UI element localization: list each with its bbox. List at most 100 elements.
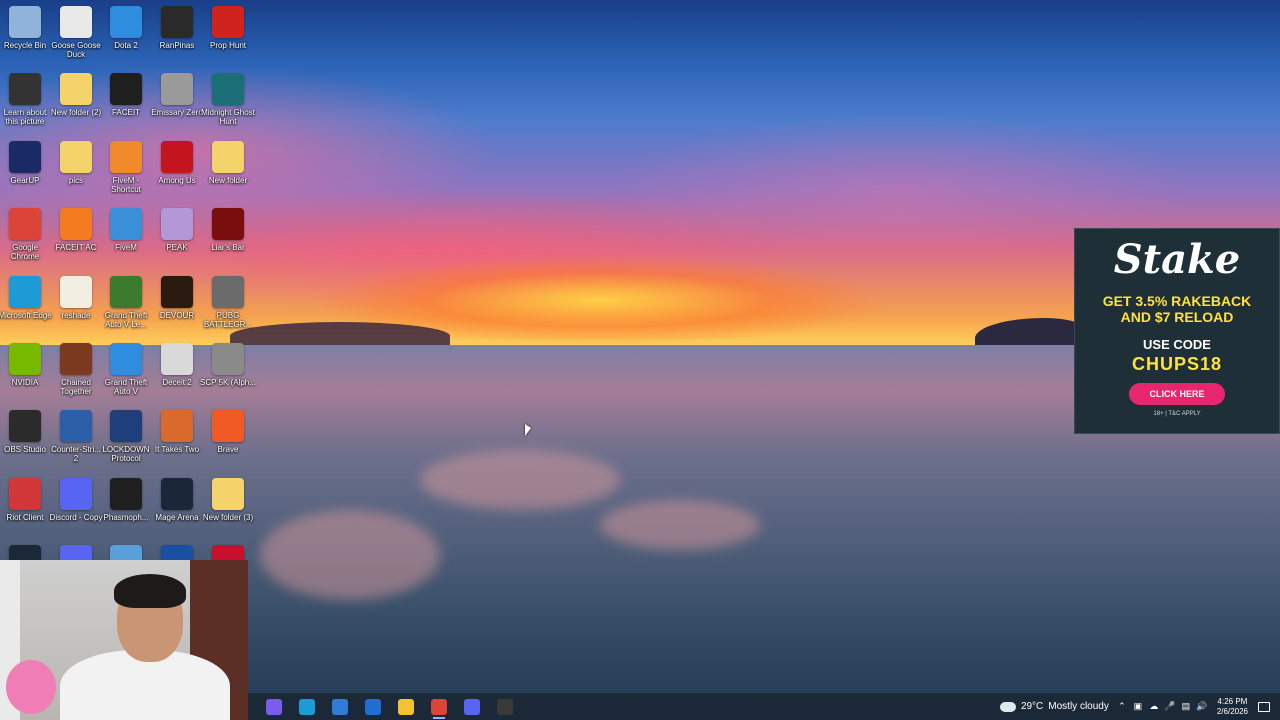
taskbar-clock[interactable]: 4:26 PM 2/6/2026 xyxy=(1217,697,1248,717)
desktop-icon[interactable]: RanPinas xyxy=(152,6,202,50)
taskbar-app-button[interactable] xyxy=(427,695,451,719)
desktop-icon[interactable]: Counter-Stri... 2 xyxy=(51,410,101,463)
desktop-icon-label: Google Chrome xyxy=(10,243,40,261)
cs2-icon xyxy=(60,410,92,442)
prop-hunt-icon xyxy=(212,6,244,38)
cloud-icon xyxy=(999,696,1016,712)
cloud-sync-icon[interactable]: ☁ xyxy=(1149,701,1159,712)
desktop-icon[interactable]: It Takes Two xyxy=(152,410,202,454)
desktop-icon[interactable]: Goose Goose Duck xyxy=(51,6,101,59)
desktop-icon[interactable]: FiveM xyxy=(101,208,151,252)
desktop-icon[interactable]: Grand Theft Auto V Le... xyxy=(101,276,151,329)
desktop-icon[interactable]: Google Chrome xyxy=(0,208,50,261)
taskbar-app-button[interactable] xyxy=(328,695,352,719)
volume-icon[interactable]: 🔊 xyxy=(1196,701,1207,712)
desktop-icon-label: Dota 2 xyxy=(114,41,138,50)
desktop-icon[interactable]: Phasmoph... xyxy=(101,478,151,522)
ad-promo-code: CHUPS18 xyxy=(1131,354,1223,374)
taskbar-app-button[interactable] xyxy=(295,695,319,719)
desktop-icon[interactable]: Grand Theft Auto V xyxy=(101,343,151,396)
desktop-icon[interactable]: Deceit 2 xyxy=(152,343,202,387)
desktop-icon[interactable]: Among Us xyxy=(152,141,202,185)
desktop-icon[interactable]: SCP 5K (Alph... xyxy=(200,343,256,387)
liars-bar-icon xyxy=(212,208,244,240)
faceit-icon xyxy=(110,73,142,105)
taskbar-app-button[interactable] xyxy=(394,695,418,719)
taskbar-app-button[interactable] xyxy=(262,695,286,719)
desktop-icon[interactable]: Discord - Copy xyxy=(50,478,102,522)
notification-center-icon[interactable] xyxy=(1258,701,1270,712)
desktop-icon-label: It Takes Two xyxy=(154,445,200,454)
file-explorer-icon xyxy=(398,698,414,715)
obs-icon xyxy=(497,698,513,715)
ad-promo-line1: GET 3.5% RAKEBACK xyxy=(1102,293,1252,309)
ghost-hunt-icon xyxy=(212,73,244,105)
desktop-icon[interactable]: Brave xyxy=(203,410,253,454)
desktop-icon[interactable]: Chained Together xyxy=(51,343,101,396)
desktop-icon-label: FiveM xyxy=(115,243,137,252)
desktop-icon-label: reshade xyxy=(61,311,91,320)
desktop-icon-label: Liar's Bar xyxy=(211,243,245,252)
webcam-overlay xyxy=(0,560,248,720)
emissary-zero-icon xyxy=(161,73,193,105)
desktop-icon[interactable]: PEAK xyxy=(152,208,202,252)
desktop-icon[interactable]: Dota 2 xyxy=(101,6,151,50)
desktop-icon-label: Grand Theft Auto V Le... xyxy=(104,311,148,329)
desktop-icon[interactable]: PUBG BATTLEGR... xyxy=(203,276,253,329)
nvidia-icon xyxy=(9,343,41,375)
brave-icon xyxy=(212,410,244,442)
desktop-icon-label: Counter-Stri... 2 xyxy=(51,445,101,463)
recycle-bin-icon xyxy=(9,6,41,38)
wallpaper-sand xyxy=(260,510,440,600)
desktop-icon[interactable]: FACEIT AC xyxy=(51,208,101,252)
desktop-icon[interactable]: Recycle Bin xyxy=(0,6,50,50)
chevron-up-icon[interactable]: ⌃ xyxy=(1117,701,1127,712)
desktop-icon[interactable]: Prop Hunt xyxy=(203,6,253,50)
tray-app-icon[interactable]: ▣ xyxy=(1133,701,1143,712)
desktop-icon[interactable]: OBS Studio xyxy=(0,410,50,454)
desktop-icon[interactable]: GearUP xyxy=(0,141,50,185)
desktop-icon[interactable]: DEVOUR xyxy=(152,276,202,320)
stake-ad-banner[interactable]: Stake GET 3.5% RAKEBACK AND $7 RELOAD US… xyxy=(1074,228,1280,434)
desktop-icon[interactable]: Emissary Zero xyxy=(151,73,203,117)
desktop-icon-grid: Recycle Bin Goose Goose Duck Dota 2 RanPina… xyxy=(0,0,260,577)
edge-icon xyxy=(9,276,41,308)
taskbar-app-button[interactable] xyxy=(361,695,385,719)
desktop-icon[interactable]: reshade xyxy=(51,276,101,320)
fivem-icon xyxy=(110,141,142,173)
taskbar-pinned-apps xyxy=(262,693,517,720)
desktop-icon-label: Mage Arena xyxy=(155,513,199,522)
taskbar-app-button[interactable] xyxy=(493,695,517,719)
desktop-icon-label: GearUP xyxy=(10,176,40,185)
desktop-icon[interactable]: Microsoft Edge xyxy=(0,276,52,320)
desktop-icon[interactable]: NVIDIA xyxy=(0,343,50,387)
desktop-icon[interactable]: Midnight Ghost Hunt xyxy=(201,73,255,126)
desktop-icon[interactable]: Learn about this picture xyxy=(0,73,50,126)
desktop-icon-label: NVIDIA xyxy=(11,378,39,387)
ie-icon xyxy=(110,6,142,38)
desktop-icon[interactable]: New folder (3) xyxy=(203,478,253,522)
desktop-icon-label: Recycle Bin xyxy=(3,41,47,50)
microphone-icon[interactable]: 🎤 xyxy=(1164,701,1175,712)
desktop-icon[interactable]: New folder (2) xyxy=(51,73,101,117)
folder-icon xyxy=(60,73,92,105)
edge-icon xyxy=(299,698,315,715)
desktop-icon[interactable]: FiveM - Shortcut xyxy=(101,141,151,194)
desktop-icon[interactable]: Riot Client xyxy=(0,478,50,522)
desktop-icon[interactable]: New folder xyxy=(203,141,253,185)
desktop-icon-label: Riot Client xyxy=(6,513,44,522)
desktop-icon-label: Midnight Ghost Hunt xyxy=(201,108,255,126)
ad-click-here-button[interactable]: CLICK HERE xyxy=(1129,383,1225,405)
taskbar-app-button[interactable] xyxy=(460,695,484,719)
desktop-icon[interactable]: pics xyxy=(51,141,101,185)
weather-temperature: 29°C xyxy=(1020,701,1044,712)
network-icon[interactable]: ▤ xyxy=(1181,701,1191,712)
weather-widget[interactable]: 29°C Mostly cloudy xyxy=(999,696,1109,712)
desktop-icon-label: New folder (3) xyxy=(202,513,254,522)
desktop-icon[interactable]: FACEIT xyxy=(101,73,151,117)
ie-icon xyxy=(110,343,142,375)
desktop-icon-label: pics xyxy=(68,176,84,185)
desktop-icon[interactable]: LOCKDOWN Protocol xyxy=(101,410,151,463)
desktop-icon[interactable]: Mage Arena xyxy=(152,478,202,522)
desktop-icon[interactable]: Liar's Bar xyxy=(203,208,253,252)
